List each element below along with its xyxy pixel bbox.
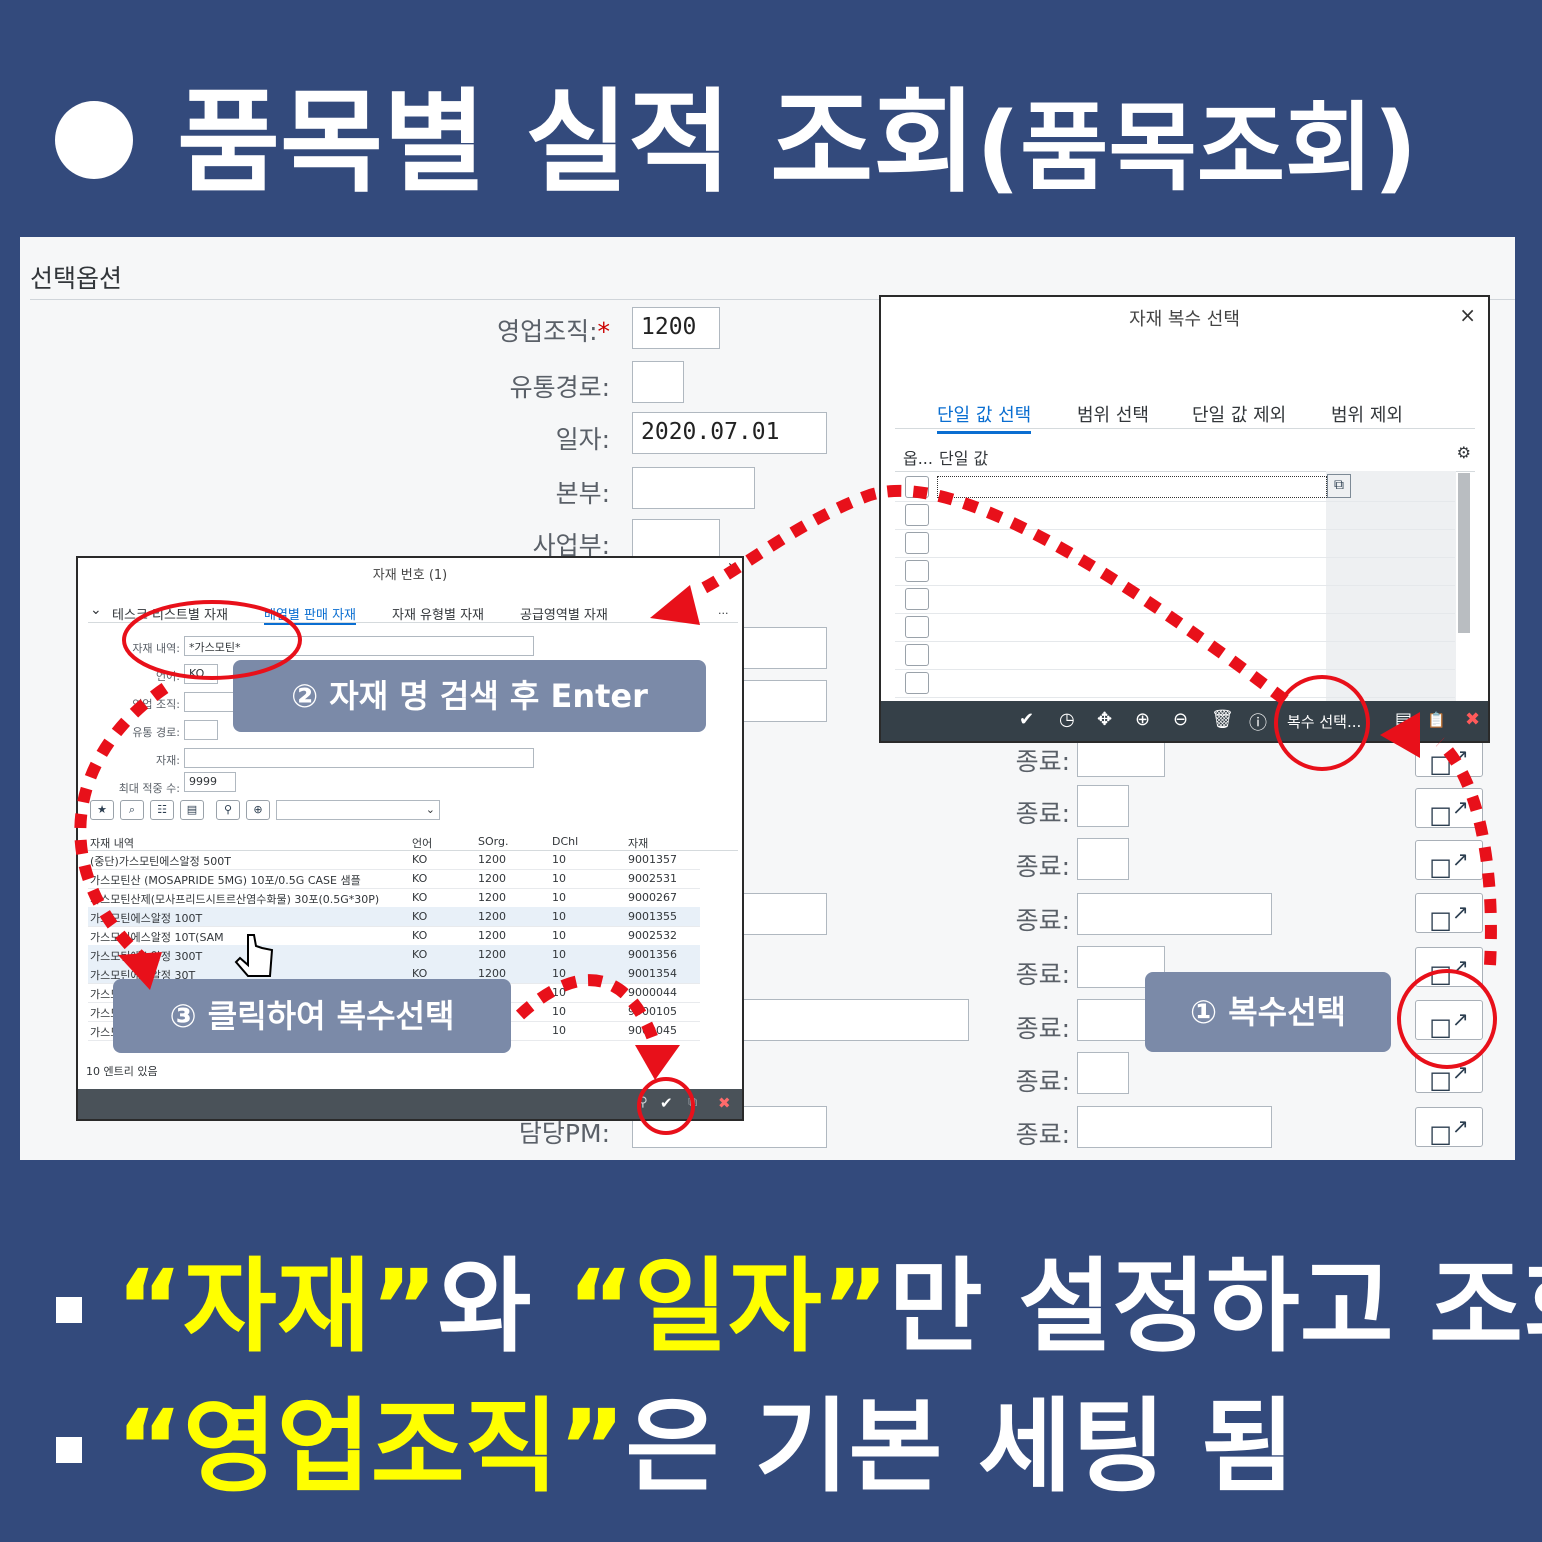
highlight-circle xyxy=(1397,969,1497,1069)
highlight-circle xyxy=(122,600,302,680)
bullet-text: 와 xyxy=(437,1248,568,1367)
bullet-line-2: “영업조직”은 기본 세팅 됨 xyxy=(56,1365,1295,1512)
arrow-path-step1 xyxy=(1435,737,1497,966)
arrowhead-icon xyxy=(635,1045,680,1080)
bullet-text: 은 기본 세팅 됨 xyxy=(625,1388,1296,1507)
highlight-sales-org: “영업조직” xyxy=(116,1388,626,1507)
highlight-material: “자재” xyxy=(116,1248,438,1367)
arrow-path-step3 xyxy=(74,683,169,970)
bullet-square-icon xyxy=(56,1437,82,1464)
arrowhead-icon xyxy=(1380,712,1420,758)
arrow-path-confirm xyxy=(515,974,661,1047)
arrowhead-icon xyxy=(650,585,700,625)
highlight-date: “일자” xyxy=(567,1248,889,1367)
highlight-circle xyxy=(637,1077,695,1135)
arrow-path-step2 xyxy=(697,484,1289,705)
hand-cursor-icon xyxy=(234,934,274,977)
arrowhead-icon xyxy=(118,952,162,990)
bullet-text: 만 설정하고 조회 xyxy=(888,1248,1542,1367)
bullet-line-1: “자재”와 “일자”만 설정하고 조회 xyxy=(56,1225,1542,1372)
bullet-square-icon xyxy=(56,1297,82,1324)
highlight-circle xyxy=(1274,675,1370,771)
